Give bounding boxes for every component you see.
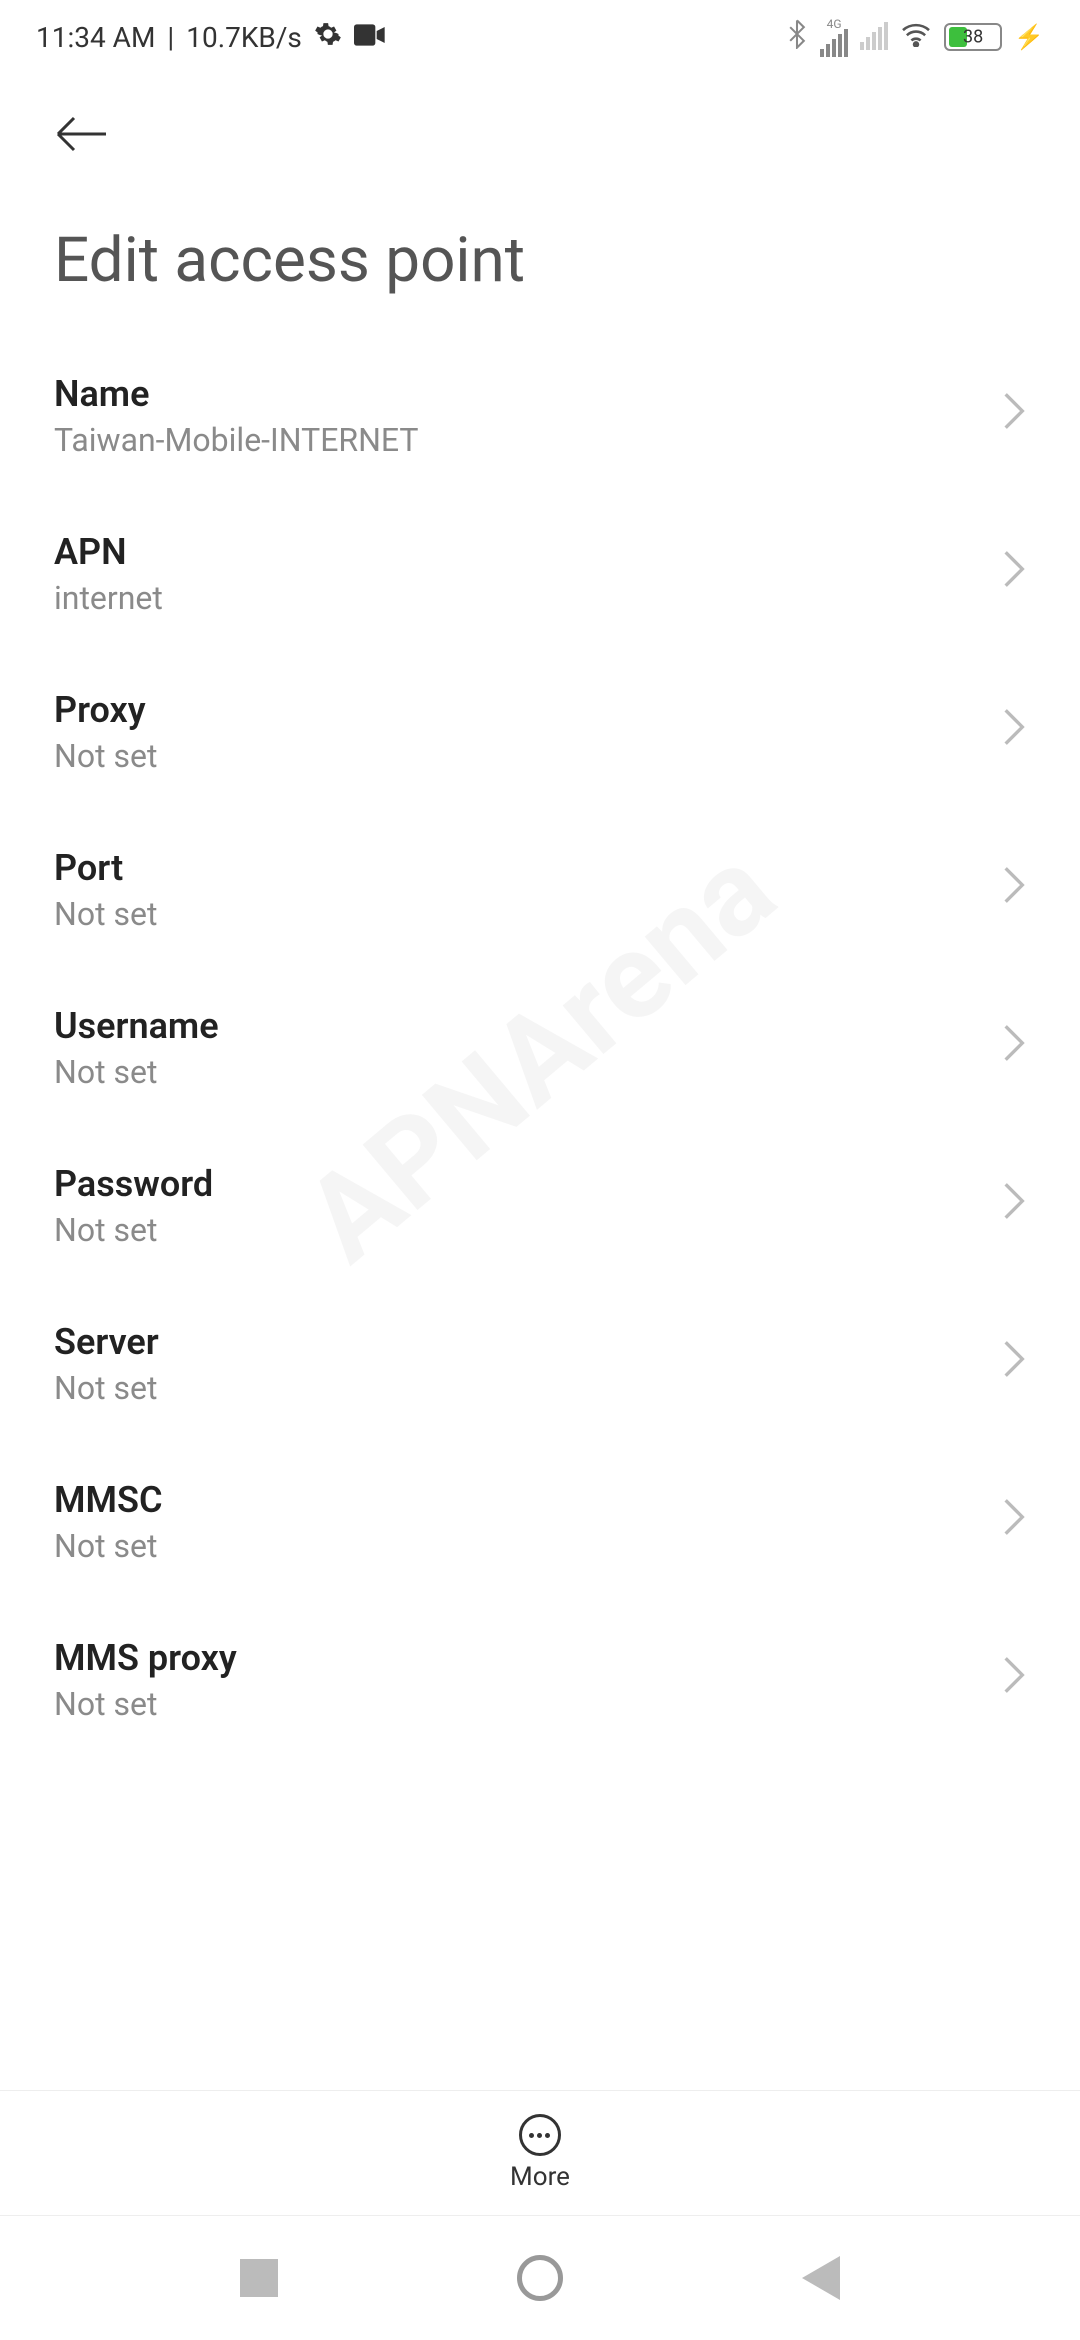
setting-mms-proxy[interactable]: MMS proxy Not set (0, 1601, 1080, 1759)
setting-value: internet (54, 579, 163, 617)
setting-port[interactable]: Port Not set (0, 811, 1080, 969)
status-bar: 11:34 AM | 10.7KB/s 4G 38 ⚡ (0, 0, 1080, 64)
setting-value: Not set (54, 1685, 237, 1723)
chevron-right-icon (1002, 1021, 1026, 1075)
nav-back-button[interactable] (802, 2256, 840, 2300)
header (0, 64, 1080, 180)
chevron-right-icon (1002, 547, 1026, 601)
setting-label: Server (54, 1321, 159, 1363)
setting-apn[interactable]: APN internet (0, 495, 1080, 653)
chevron-right-icon (1002, 389, 1026, 443)
setting-value: Not set (54, 1527, 163, 1565)
setting-mmsc[interactable]: MMSC Not set (0, 1443, 1080, 1601)
chevron-right-icon (1002, 1337, 1026, 1391)
nav-bar (0, 2216, 1080, 2340)
setting-label: MMSC (54, 1479, 163, 1521)
setting-username[interactable]: Username Not set (0, 969, 1080, 1127)
status-time: 11:34 AM (36, 21, 155, 54)
wifi-icon (900, 21, 932, 54)
more-button[interactable]: More (510, 2114, 570, 2192)
nav-home-button[interactable] (517, 2255, 563, 2301)
status-left: 11:34 AM | 10.7KB/s (36, 20, 386, 55)
content: Edit access point APNArena Name Taiwan-M… (0, 64, 1080, 2046)
setting-label: Username (54, 1005, 219, 1047)
chevron-right-icon (1002, 863, 1026, 917)
setting-label: Proxy (54, 689, 157, 731)
setting-value: Not set (54, 1211, 213, 1249)
setting-label: Port (54, 847, 157, 889)
setting-value: Not set (54, 1053, 219, 1091)
setting-proxy[interactable]: Proxy Not set (0, 653, 1080, 811)
chevron-right-icon (1002, 1179, 1026, 1233)
setting-password[interactable]: Password Not set (0, 1127, 1080, 1285)
setting-value: Not set (54, 1369, 159, 1407)
setting-name[interactable]: Name Taiwan-Mobile-INTERNET (0, 337, 1080, 495)
setting-value: Not set (54, 895, 157, 933)
setting-label: Password (54, 1163, 213, 1205)
more-icon (519, 2114, 561, 2156)
chevron-right-icon (1002, 705, 1026, 759)
chevron-right-icon (1002, 1653, 1026, 1707)
camera-icon (354, 21, 386, 54)
setting-server[interactable]: Server Not set (0, 1285, 1080, 1443)
signal-secondary-icon (860, 24, 888, 50)
status-right: 4G 38 ⚡ (786, 17, 1044, 57)
nav-recent-button[interactable] (240, 2259, 278, 2297)
status-separator: | (167, 21, 174, 54)
gear-icon (314, 20, 342, 55)
page-title: Edit access point (0, 180, 1080, 337)
setting-value: Taiwan-Mobile-INTERNET (54, 421, 419, 459)
bottom-toolbar: More (0, 2090, 1080, 2216)
back-button[interactable] (54, 104, 114, 164)
status-data-rate: 10.7KB/s (186, 21, 302, 54)
settings-list: Name Taiwan-Mobile-INTERNET APN internet… (0, 337, 1080, 1759)
signal-4g: 4G (820, 17, 848, 57)
setting-label: Name (54, 373, 419, 415)
charging-icon: ⚡ (1014, 23, 1044, 51)
more-label: More (510, 2162, 570, 2192)
bluetooth-icon (786, 19, 808, 56)
setting-value: Not set (54, 737, 157, 775)
battery-icon: 38 (944, 23, 1002, 51)
setting-label: MMS proxy (54, 1637, 237, 1679)
chevron-right-icon (1002, 1495, 1026, 1549)
setting-label: APN (54, 531, 163, 573)
